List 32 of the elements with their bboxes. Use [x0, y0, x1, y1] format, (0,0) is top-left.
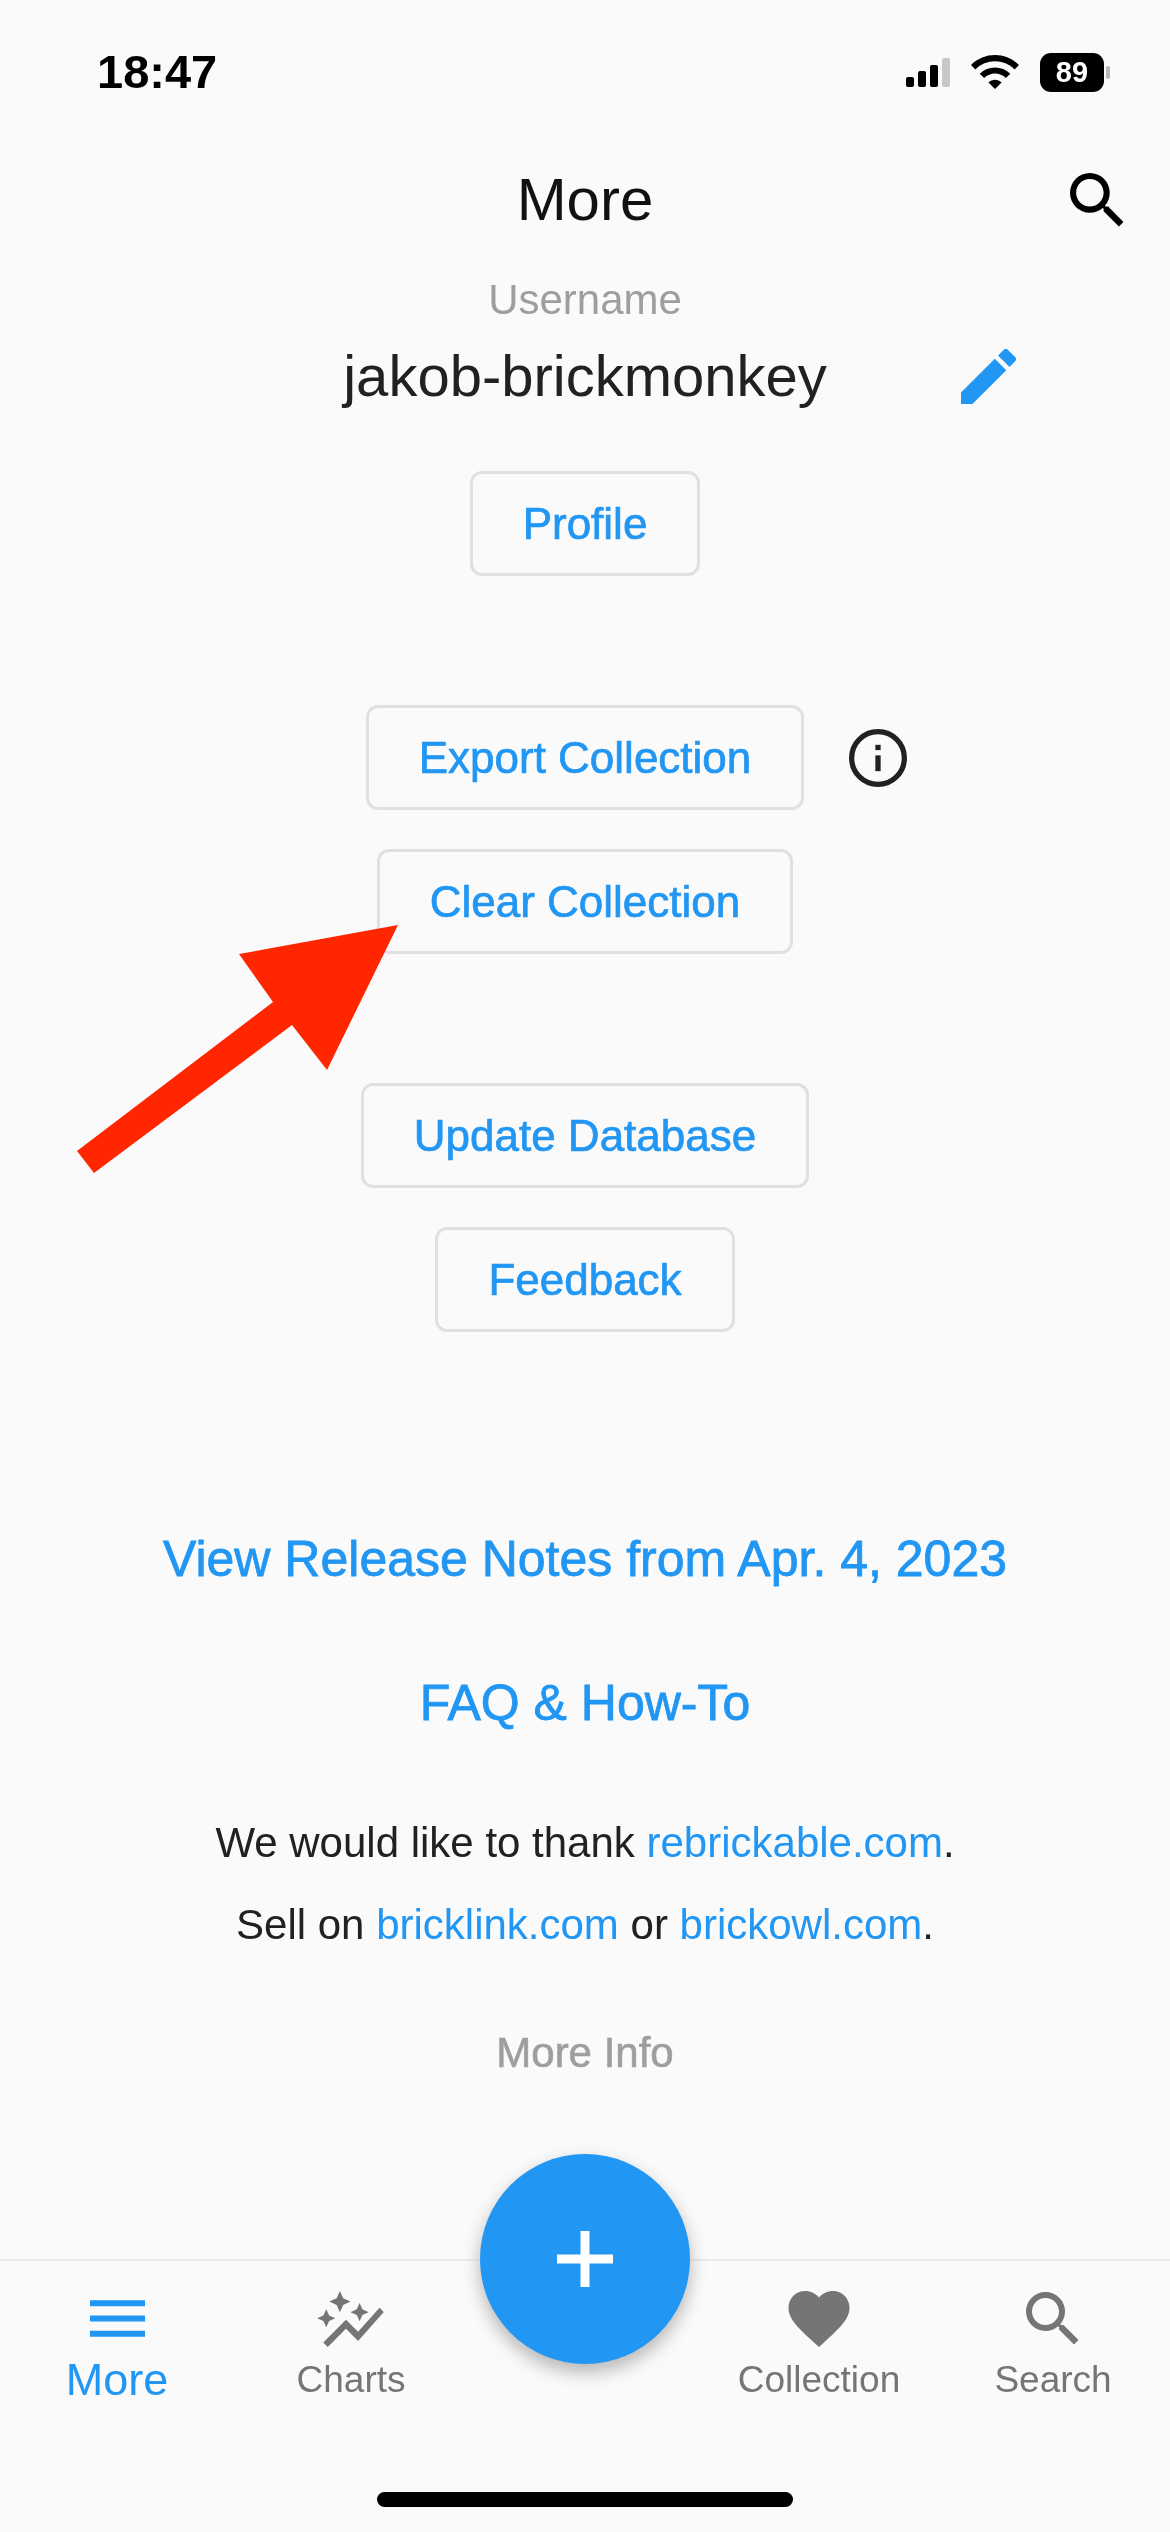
profile-button[interactable]: Profile	[469, 471, 701, 576]
sparkle-trend-icon	[317, 2291, 385, 2347]
menu-icon	[89, 2300, 145, 2337]
credits-text: We would like to thank rebrickable.com.	[215, 1818, 955, 1868]
credits-text: Sell on bricklink.com or brickowl.com.	[236, 1900, 934, 1950]
status-time: 18:47	[97, 44, 218, 100]
heart-icon	[788, 2291, 850, 2347]
website-link[interactable]: brickowl.com	[679, 1901, 923, 1948]
nav-tab[interactable]: Collection	[737, 2291, 901, 2405]
plus-icon	[557, 2231, 613, 2287]
action-button[interactable]: Export Collection	[365, 705, 805, 810]
username-text: jakob-brickmonkey	[343, 342, 827, 410]
info-icon[interactable]	[849, 728, 908, 787]
search-icon	[1026, 2292, 1080, 2346]
nav-tab[interactable]: Search	[994, 2291, 1112, 2405]
signal-icon	[906, 57, 950, 87]
nav-tab[interactable]: More	[65, 2291, 169, 2405]
text-link[interactable]: FAQ & How-To	[419, 1673, 751, 1733]
search-icon[interactable]	[1070, 172, 1125, 228]
website-link[interactable]: bricklink.com	[376, 1901, 619, 1948]
username-label: Username	[488, 276, 682, 324]
action-button[interactable]: Update Database	[360, 1083, 810, 1188]
action-button[interactable]: Feedback	[435, 1227, 735, 1332]
wifi-icon	[971, 55, 1019, 89]
page-title: More	[516, 165, 654, 235]
nav-tab[interactable]: Charts	[296, 2291, 406, 2405]
more-info-button[interactable]: More Info	[496, 2025, 674, 2081]
battery-indicator: 89	[1040, 52, 1110, 92]
action-button[interactable]: Clear Collection	[376, 849, 794, 954]
text-link[interactable]: View Release Notes from Apr. 4, 2023	[163, 1529, 1007, 1589]
website-link[interactable]: rebrickable.com	[646, 1819, 943, 1866]
edit-icon[interactable]	[960, 348, 1016, 404]
